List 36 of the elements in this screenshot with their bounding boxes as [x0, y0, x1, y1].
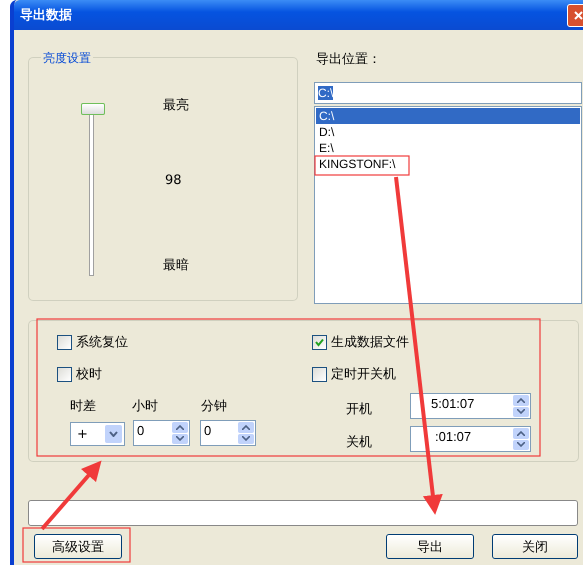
checkbox[interactable]	[57, 334, 72, 350]
time-spinner[interactable]: :01:07	[410, 426, 531, 452]
checkbox-label: 系统复位	[76, 334, 128, 351]
min-label: 最暗	[163, 257, 189, 274]
time-spinner[interactable]: 5:01:07	[410, 393, 531, 419]
path-field[interactable]: C:\	[314, 82, 582, 104]
slider-thumb[interactable]	[81, 103, 105, 116]
schedule-label: 开机	[346, 401, 372, 418]
offset-label: 时差	[70, 398, 96, 415]
close-icon	[574, 10, 583, 20]
window-title: 导出数据	[20, 7, 72, 24]
drive-item[interactable]: D:\	[316, 124, 580, 140]
max-label: 最亮	[163, 97, 189, 114]
location-label: 导出位置：	[316, 51, 382, 69]
brightness-value: 98	[165, 173, 182, 188]
checkbox-label: 校时	[76, 366, 102, 383]
annotation-arrow	[40, 460, 102, 530]
export-button[interactable]: 导出	[386, 534, 474, 559]
minutes-spinner[interactable]: 0	[200, 420, 256, 446]
advanced-button[interactable]: 高级设置	[34, 534, 122, 559]
checkbox[interactable]	[57, 366, 72, 382]
close-button[interactable]: 关闭	[492, 534, 578, 559]
hours-spinner[interactable]: 0	[133, 420, 190, 446]
minutes-label: 分钟	[201, 398, 227, 415]
drive-item[interactable]: C:\	[316, 108, 580, 124]
checkbox-label: 生成数据文件	[331, 334, 409, 351]
schedule-label: 关机	[346, 434, 372, 451]
chevron-down-icon	[109, 431, 118, 437]
hours-label: 小时	[132, 398, 158, 415]
checkbox-label: 定时开关机	[331, 366, 396, 383]
check-icon	[315, 338, 324, 346]
checkbox[interactable]	[312, 334, 327, 350]
drive-item[interactable]: KINGSTONF:\	[316, 156, 580, 172]
drive-item[interactable]: E:\	[316, 140, 580, 156]
checkbox[interactable]	[312, 366, 327, 382]
sign-dropdown[interactable]: +	[70, 422, 125, 446]
